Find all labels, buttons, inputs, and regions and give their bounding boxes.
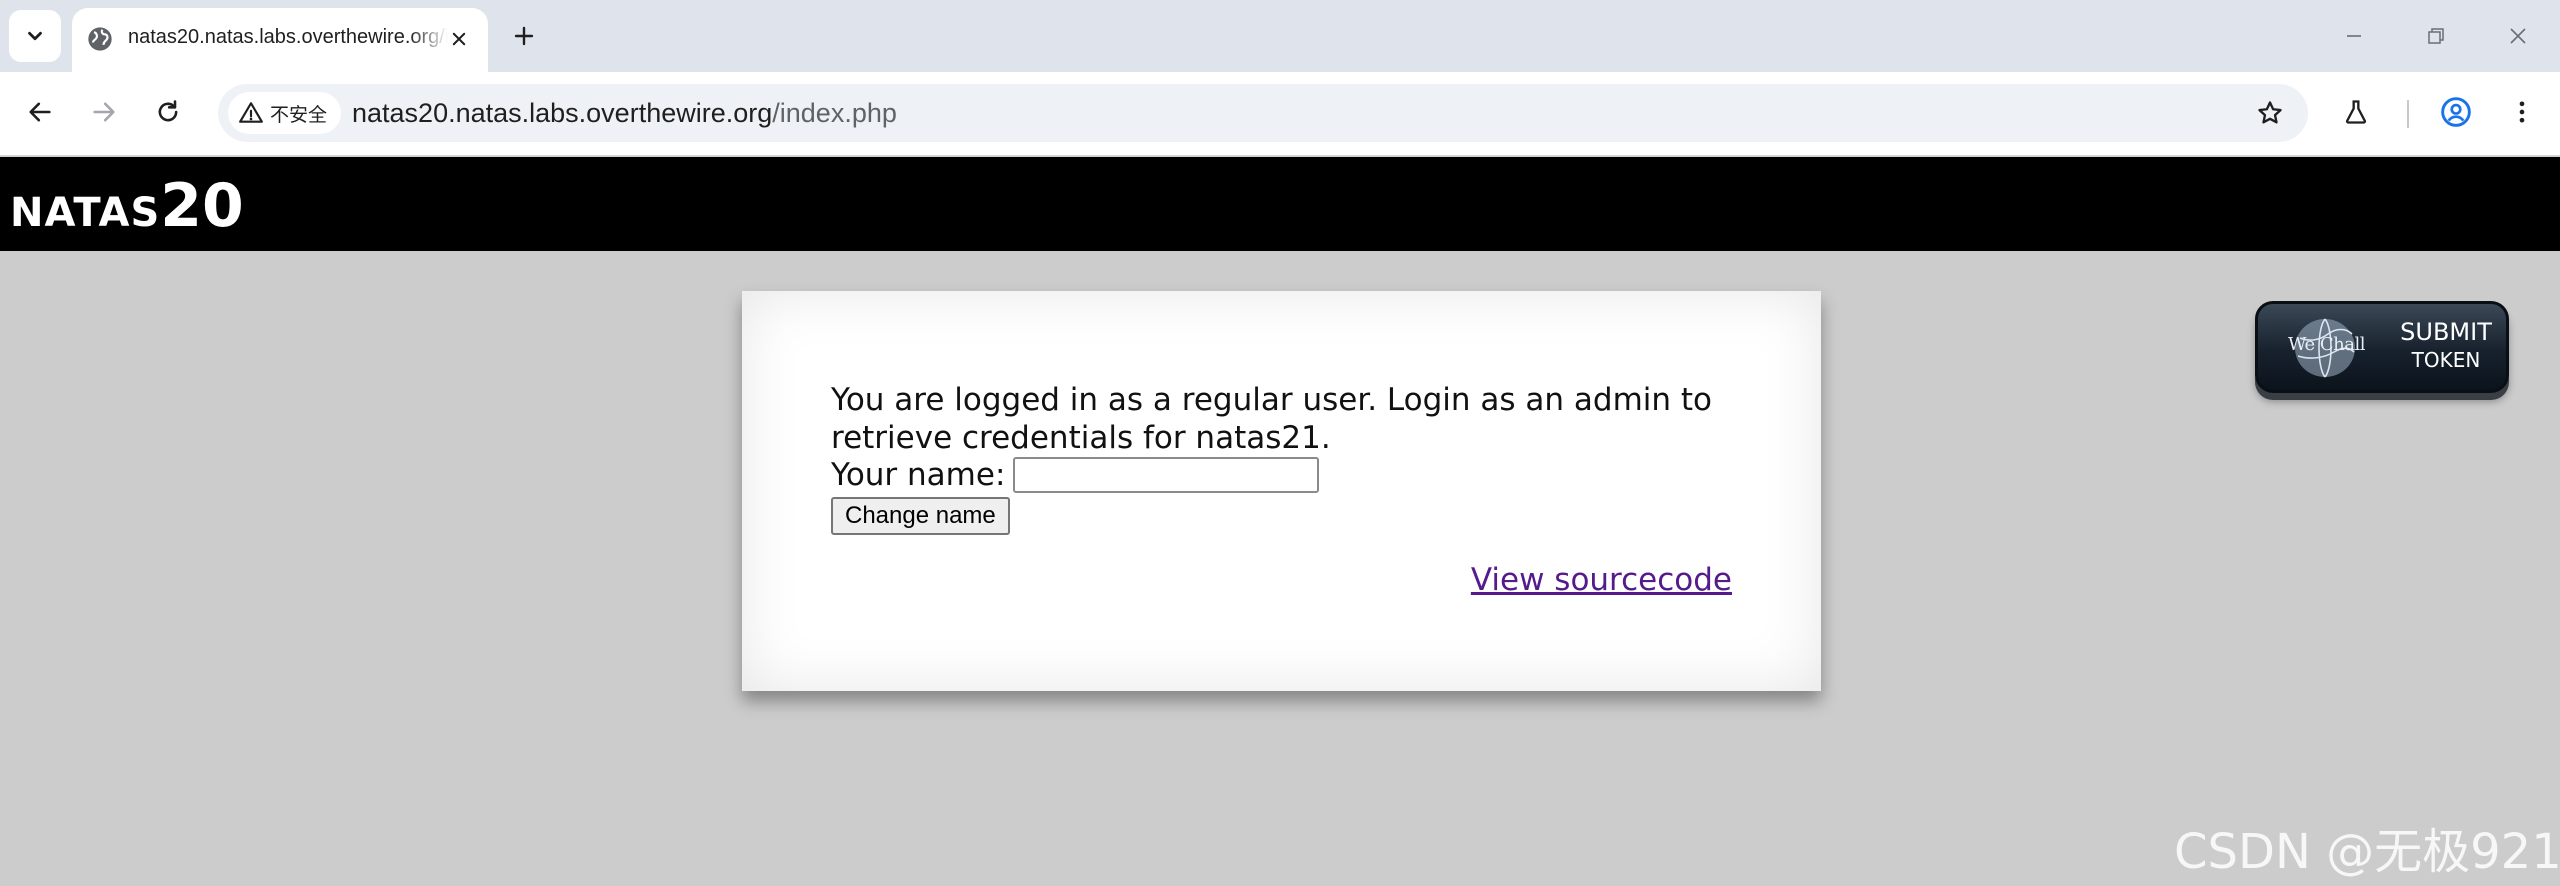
site-title-number: 20	[160, 171, 244, 241]
chevron-down-icon	[28, 31, 42, 41]
url-text[interactable]: natas20.natas.labs.overthewire.org/index…	[352, 98, 897, 129]
token-text: TOKEN	[2411, 348, 2481, 372]
flask-icon	[2345, 100, 2367, 124]
submit-token-label: SUBMIT TOKEN	[2396, 318, 2496, 374]
profile-button[interactable]	[2434, 90, 2478, 134]
tab-title: natas20.natas.labs.overthewire.org/index…	[128, 26, 448, 48]
globe-icon	[88, 27, 112, 51]
forward-button[interactable]	[82, 90, 126, 134]
change-name-button[interactable]: Change name	[831, 497, 1010, 535]
content-panel: You are logged in as a regular user. Log…	[742, 291, 1821, 691]
name-form-row: Your name:	[831, 457, 1320, 493]
labs-button[interactable]	[2334, 90, 2378, 134]
address-bar[interactable]: 不安全 natas20.natas.labs.overthewire.org/i…	[218, 84, 2308, 142]
name-label: Your name:	[831, 457, 1006, 493]
view-sourcecode-link[interactable]: View sourcecode	[1471, 562, 1732, 598]
reload-icon	[158, 100, 178, 122]
site-title: NATAS20	[10, 171, 244, 241]
security-indicator[interactable]: 不安全	[228, 92, 342, 134]
minimize-icon	[2347, 35, 2361, 37]
tab-search-button[interactable]	[9, 10, 61, 62]
close-icon	[2510, 28, 2526, 44]
name-input[interactable]	[1013, 457, 1320, 493]
toolbar-divider	[2407, 100, 2409, 128]
plus-icon	[514, 26, 534, 46]
menu-button[interactable]	[2500, 90, 2544, 134]
back-button[interactable]	[18, 90, 62, 134]
wechall-brand: We Chall	[2288, 334, 2366, 355]
close-icon	[452, 32, 466, 46]
star-icon	[2258, 101, 2282, 124]
security-label: 不安全	[270, 104, 328, 126]
browser-toolbar: 不安全 natas20.natas.labs.overthewire.org/i…	[0, 72, 2560, 156]
warning-icon	[239, 102, 263, 123]
tab-strip: natas20.natas.labs.overthewire.org/index…	[0, 0, 2560, 72]
account-icon	[2441, 97, 2471, 127]
reload-button[interactable]	[146, 90, 190, 134]
url-path: /index.php	[772, 98, 897, 128]
site-title-word: NATAS	[10, 190, 161, 236]
csdn-watermark: CSDN @无极921	[2174, 824, 2560, 880]
bookmark-button[interactable]	[2248, 91, 2292, 135]
close-tab-button[interactable]	[446, 26, 472, 52]
arrow-left-icon	[29, 102, 51, 122]
arrow-right-icon	[93, 102, 115, 122]
new-tab-button[interactable]	[502, 14, 546, 58]
more-vert-icon	[2519, 101, 2525, 123]
active-tab[interactable]: natas20.natas.labs.overthewire.org/index…	[72, 8, 488, 72]
restore-button[interactable]	[2414, 14, 2458, 58]
login-status-message: You are logged in as a regular user. Log…	[831, 382, 1713, 456]
url-host: natas20.natas.labs.overthewire.org	[352, 98, 773, 128]
restore-icon	[2428, 28, 2444, 44]
window-close-button[interactable]	[2496, 14, 2540, 58]
site-header: NATAS20	[0, 157, 2560, 251]
wechall-submit-token-button[interactable]: We Chall SUBMIT TOKEN	[2255, 301, 2509, 393]
submit-text: SUBMIT	[2400, 318, 2492, 346]
minimize-button[interactable]	[2332, 14, 2376, 58]
